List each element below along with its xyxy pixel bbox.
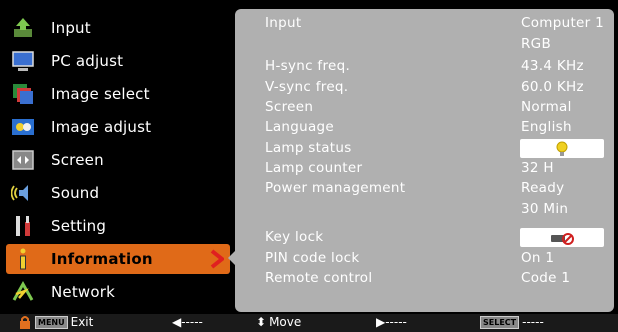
menu-item-label: Setting <box>51 217 107 235</box>
info-pin-lock-value: On 1 <box>521 250 555 266</box>
left-label: ◀----- <box>172 315 203 329</box>
image-adjust-icon <box>10 114 36 140</box>
lamp-status-box <box>520 139 604 158</box>
main-menu: Input PC adjust Image select Image adjus… <box>6 8 234 313</box>
menu-key-icon: MENU <box>35 315 68 329</box>
lock-icon <box>20 316 30 329</box>
info-hsync-label: H-sync freq. <box>265 58 351 74</box>
info-input-value: Computer 1 <box>521 15 604 31</box>
monitor-icon <box>10 48 36 74</box>
info-lamp-counter-value: 32 H <box>521 160 554 176</box>
info-key-lock-label: Key lock <box>265 229 324 245</box>
screen-icon <box>10 147 36 173</box>
left-hint: ◀----- <box>172 315 203 329</box>
right-label: ▶----- <box>376 315 407 329</box>
info-lamp-status-label: Lamp status <box>265 140 352 156</box>
menu-item-label: Image adjust <box>51 118 152 136</box>
key-lock-box <box>520 228 604 247</box>
move-label: Move <box>269 315 302 329</box>
info-vsync-label: V-sync freq. <box>265 79 349 95</box>
info-power-mgmt-value: Ready <box>521 180 565 196</box>
bottom-help-bar: MENU Exit ◀----- ⬍ Move ▶----- SELECT --… <box>0 314 618 332</box>
menu-item-screen[interactable]: Screen <box>6 145 224 175</box>
info-input-label: Input <box>265 15 302 31</box>
lamp-icon <box>556 141 568 156</box>
info-language-value: English <box>521 119 572 135</box>
chevron-right-icon <box>210 249 224 269</box>
menu-item-network[interactable]: Network <box>6 277 224 307</box>
exit-label: Exit <box>70 315 94 329</box>
menu-item-image-select[interactable]: Image select <box>6 79 224 109</box>
setting-icon <box>10 213 36 239</box>
menu-item-label: Information <box>51 250 153 268</box>
exit-hint: MENU Exit <box>18 315 93 329</box>
info-vsync-value: 60.0 KHz <box>521 79 584 95</box>
info-input-value2: RGB <box>521 36 552 52</box>
network-icon <box>10 279 36 305</box>
up-down-arrow-icon: ⬍ <box>256 315 267 329</box>
image-select-icon <box>10 81 36 107</box>
select-label: ----- <box>522 315 544 329</box>
information-panel: Input Computer 1 RGB H-sync freq. 43.4 K… <box>235 9 614 312</box>
select-hint: SELECT ----- <box>480 315 544 329</box>
info-power-mgmt-value2: 30 Min <box>521 201 569 217</box>
info-remote-value: Code 1 <box>521 270 571 286</box>
input-icon <box>10 15 36 41</box>
sound-icon <box>10 180 36 206</box>
info-lamp-counter-label: Lamp counter <box>265 160 363 176</box>
menu-item-information[interactable]: Information <box>6 244 230 274</box>
select-key-icon: SELECT <box>480 315 520 329</box>
menu-item-pc-adjust[interactable]: PC adjust <box>6 46 224 76</box>
menu-item-sound[interactable]: Sound <box>6 178 224 208</box>
info-pin-lock-label: PIN code lock <box>265 250 360 266</box>
menu-item-label: Image select <box>51 85 150 103</box>
info-screen-value: Normal <box>521 99 572 115</box>
menu-item-image-adjust[interactable]: Image adjust <box>6 112 224 142</box>
projector-osd: Input PC adjust Image select Image adjus… <box>0 0 618 332</box>
menu-item-label: Input <box>51 19 91 37</box>
right-hint: ▶----- <box>376 315 407 329</box>
info-language-label: Language <box>265 119 335 135</box>
menu-item-label: PC adjust <box>51 52 124 70</box>
menu-item-label: Network <box>51 283 116 301</box>
information-icon <box>10 246 36 272</box>
info-power-mgmt-label: Power management <box>265 180 406 196</box>
menu-item-setting[interactable]: Setting <box>6 211 224 241</box>
menu-item-label: Screen <box>51 151 104 169</box>
info-screen-label: Screen <box>265 99 314 115</box>
move-hint: ⬍ Move <box>256 315 301 329</box>
info-hsync-value: 43.4 KHz <box>521 58 584 74</box>
key-lock-icon <box>551 232 574 245</box>
menu-item-input[interactable]: Input <box>6 13 224 43</box>
menu-item-label: Sound <box>51 184 100 202</box>
info-remote-label: Remote control <box>265 270 373 286</box>
